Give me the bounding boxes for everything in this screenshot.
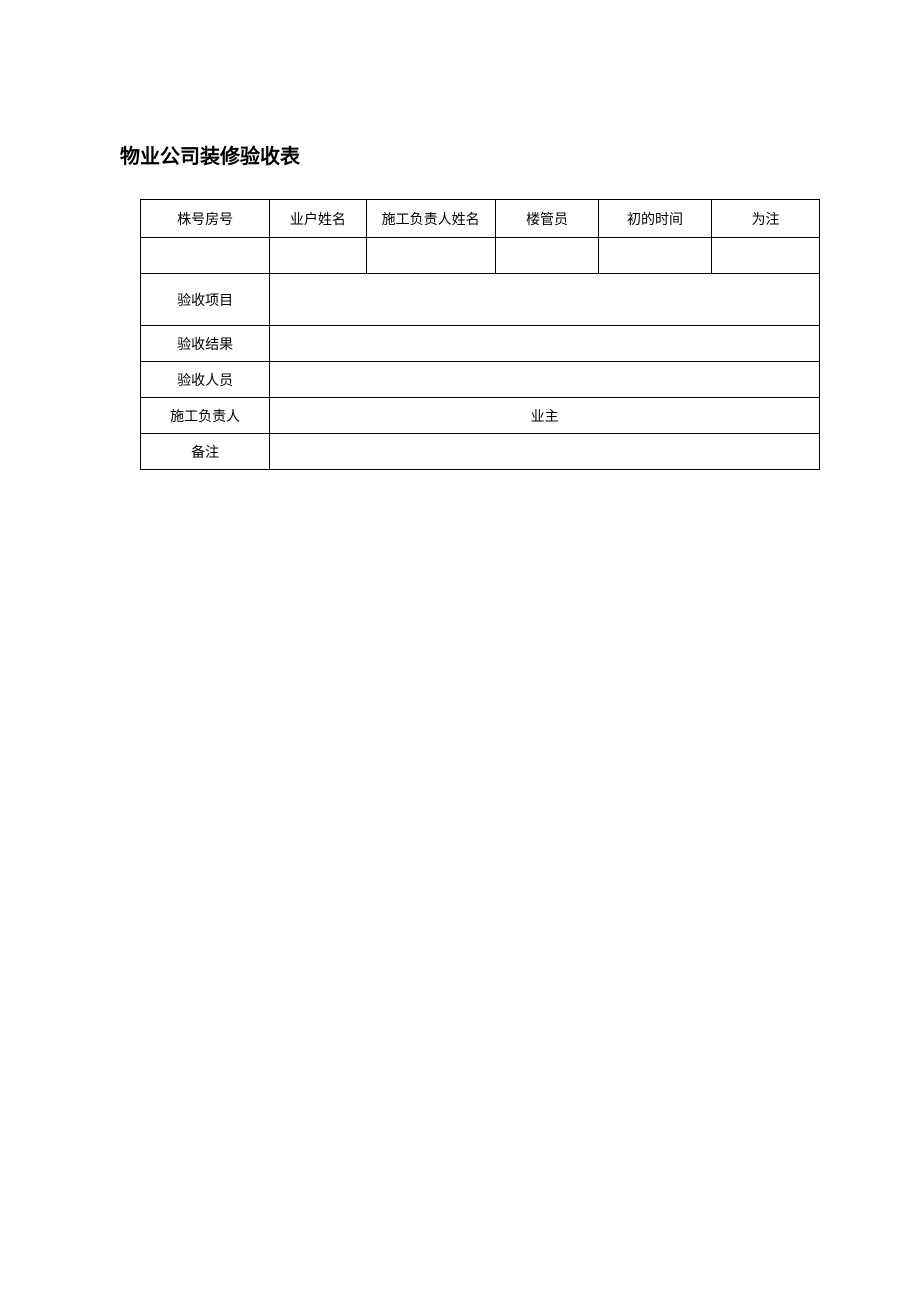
header-owner-name: 业户姓名 (270, 200, 366, 238)
value-inspection-staff (270, 362, 820, 398)
value-construction-manager (366, 238, 495, 274)
document-title: 物业公司装修验收表 (120, 140, 800, 169)
value-note (711, 238, 819, 274)
label-inspection-project: 验收项目 (141, 274, 270, 326)
value-construction-supervisor: 业主 (270, 398, 820, 434)
header-note: 为注 (711, 200, 819, 238)
label-inspection-result: 验收结果 (141, 326, 270, 362)
label-remark: 备注 (141, 434, 270, 470)
value-property-manager (495, 238, 598, 274)
row-inspection-project: 验收项目 (141, 274, 820, 326)
owner-label: 业主 (531, 406, 559, 426)
row-construction-supervisor: 施工负责人 业主 (141, 398, 820, 434)
value-remark (270, 434, 820, 470)
table-header-row: 株号房号 业户姓名 施工负责人姓名 楼管员 初的时间 为注 (141, 200, 820, 238)
inspection-table: 株号房号 业户姓名 施工负责人姓名 楼管员 初的时间 为注 验收项目 验收结果 … (140, 199, 820, 470)
header-construction-manager: 施工负责人姓名 (366, 200, 495, 238)
header-initial-time: 初的时间 (599, 200, 712, 238)
table-data-row (141, 238, 820, 274)
label-construction-supervisor: 施工负责人 (141, 398, 270, 434)
row-inspection-result: 验收结果 (141, 326, 820, 362)
value-owner-name (270, 238, 366, 274)
header-property-manager: 楼管员 (495, 200, 598, 238)
label-inspection-staff: 验收人员 (141, 362, 270, 398)
row-inspection-staff: 验收人员 (141, 362, 820, 398)
value-building-room (141, 238, 270, 274)
value-inspection-result (270, 326, 820, 362)
row-remark: 备注 (141, 434, 820, 470)
value-initial-time (599, 238, 712, 274)
value-inspection-project (270, 274, 820, 326)
header-building-room: 株号房号 (141, 200, 270, 238)
